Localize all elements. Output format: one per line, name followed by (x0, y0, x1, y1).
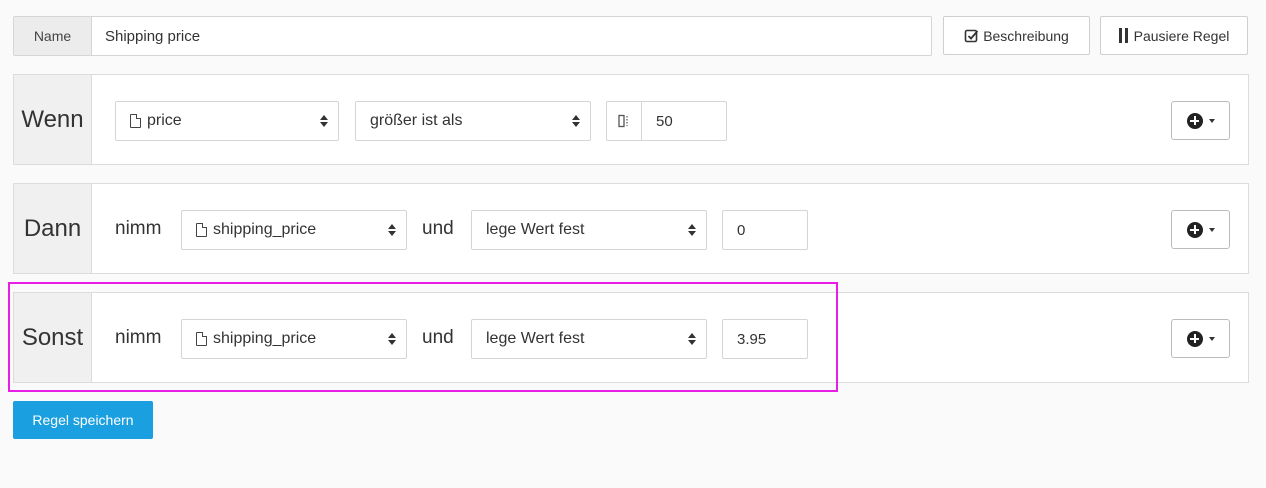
panel-label-sonst: Sonst (14, 293, 92, 382)
name-input-group: Name Shipping price (13, 16, 932, 56)
sonst-action-value: lege Wert fest (486, 330, 585, 347)
document-icon (130, 114, 141, 128)
select-caret-icon (688, 224, 696, 236)
dann-take-label: nimm (115, 217, 162, 239)
panel-label-wenn: Wenn (14, 75, 92, 164)
dann-and-label: und (422, 217, 454, 239)
sonst-field-select[interactable]: shipping_price (181, 319, 407, 359)
add-else-action-button[interactable] (1171, 319, 1230, 358)
description-button-label: Beschreibung (983, 27, 1069, 44)
else-panel-sonst: Sonst nimm shipping_price und lege Wert … (13, 292, 1249, 383)
wenn-value-input[interactable]: 50 (642, 113, 673, 130)
dropdown-caret-icon (1208, 118, 1215, 123)
sonst-value-input[interactable]: 3.95 (723, 331, 766, 348)
select-caret-icon (320, 115, 328, 127)
plus-circle-icon (1186, 112, 1203, 129)
sonst-take-label: nimm (115, 326, 162, 348)
sonst-field-value: shipping_price (213, 330, 317, 347)
wenn-operator-value: größer ist als (370, 112, 463, 129)
dann-value-input-group: 0 (722, 210, 808, 250)
condition-panel-wenn: Wenn price größer ist als 50 (13, 74, 1249, 165)
document-icon (196, 332, 207, 346)
sonst-and-label: und (422, 326, 454, 348)
sonst-value-input-group: 3.95 (722, 319, 808, 359)
dropdown-caret-icon (1208, 227, 1215, 232)
dann-field-select[interactable]: shipping_price (181, 210, 407, 250)
wenn-value-input-group: 50 (606, 101, 727, 141)
select-caret-icon (388, 333, 396, 345)
plus-circle-icon (1186, 330, 1203, 347)
pause-rule-button-label: Pausiere Regel (1133, 27, 1230, 44)
plus-circle-icon (1186, 221, 1203, 238)
sonst-action-select[interactable]: lege Wert fest (471, 319, 707, 359)
dann-field-value: shipping_price (213, 221, 317, 238)
dropdown-caret-icon (1208, 336, 1215, 341)
dann-value-input[interactable]: 0 (723, 222, 745, 239)
name-input[interactable]: Shipping price (92, 17, 931, 55)
column-value-icon (607, 102, 642, 140)
name-label: Name (14, 17, 92, 55)
add-condition-button[interactable] (1171, 101, 1230, 140)
wenn-field-select[interactable]: price (115, 101, 339, 141)
panel-label-dann: Dann (14, 184, 92, 273)
edit-checkbox-icon (964, 29, 979, 43)
action-panel-dann: Dann nimm shipping_price und lege Wert f… (13, 183, 1249, 274)
dann-action-value: lege Wert fest (486, 221, 585, 238)
description-button[interactable]: Beschreibung (943, 16, 1090, 55)
pause-icon (1118, 28, 1128, 43)
wenn-field-value: price (147, 112, 182, 129)
save-rule-button[interactable]: Regel speichern (13, 401, 153, 439)
select-caret-icon (388, 224, 396, 236)
select-caret-icon (572, 115, 580, 127)
add-action-button[interactable] (1171, 210, 1230, 249)
dann-action-select[interactable]: lege Wert fest (471, 210, 707, 250)
pause-rule-button[interactable]: Pausiere Regel (1100, 16, 1248, 55)
document-icon (196, 223, 207, 237)
select-caret-icon (688, 333, 696, 345)
wenn-operator-select[interactable]: größer ist als (355, 101, 591, 141)
